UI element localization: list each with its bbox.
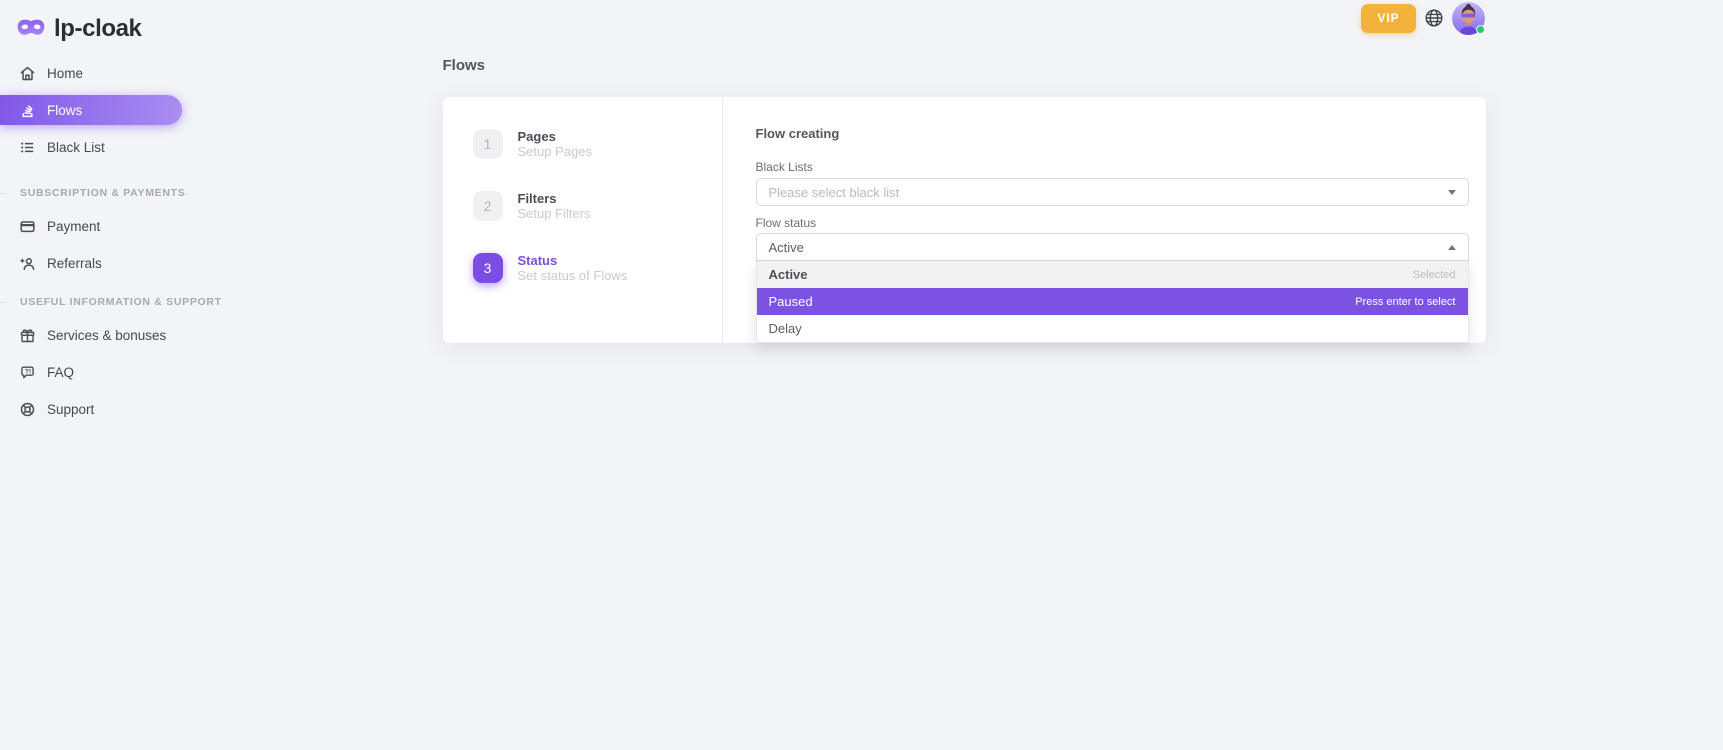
home-icon xyxy=(19,65,36,82)
svg-text:?!: ?! xyxy=(25,368,31,375)
step-title: Pages xyxy=(518,129,592,144)
sidebar-item-label: Home xyxy=(47,66,83,81)
sidebar-item-support[interactable]: Support xyxy=(0,394,205,424)
gift-icon xyxy=(19,327,36,344)
sidebar-item-label: Black List xyxy=(47,140,105,155)
sidebar-section-label: SUBSCRIPTION & PAYMENTS xyxy=(20,187,185,199)
step-subtitle: Setup Filters xyxy=(518,206,591,221)
option-label: Paused xyxy=(769,294,813,309)
step-pages[interactable]: 1 Pages Setup Pages xyxy=(473,129,722,159)
lifebuoy-icon xyxy=(19,401,36,418)
sidebar-item-label: Referrals xyxy=(47,256,102,271)
option-state: Selected xyxy=(1413,269,1456,281)
wizard-steps-panel: 1 Pages Setup Pages 2 Filters Setup Filt… xyxy=(443,97,723,343)
step-subtitle: Set status of Flows xyxy=(518,268,628,283)
sidebar-item-black-list[interactable]: Black List xyxy=(0,132,205,162)
app-root: lp-cloak Home xyxy=(0,0,1723,750)
step-filters[interactable]: 2 Filters Setup Filters xyxy=(473,191,722,221)
mask-icon xyxy=(15,16,47,42)
sidebar-item-label: FAQ xyxy=(47,365,74,380)
sidebar-section-support: USEFUL INFORMATION & SUPPORT xyxy=(0,294,205,310)
flow-status-value: Active xyxy=(769,240,1448,255)
step-subtitle: Setup Pages xyxy=(518,144,592,159)
sidebar-item-label: Flows xyxy=(47,103,82,118)
logo[interactable]: lp-cloak xyxy=(0,10,205,48)
chevron-down-icon xyxy=(1448,190,1456,195)
sidebar-item-referrals[interactable]: Referrals xyxy=(0,248,205,278)
option-paused[interactable]: Paused Press enter to select xyxy=(757,288,1468,315)
black-lists-input[interactable] xyxy=(769,185,1448,200)
option-active[interactable]: Active Selected xyxy=(757,261,1468,288)
option-delay[interactable]: Delay xyxy=(757,315,1468,342)
page-title: Flows xyxy=(443,0,1486,75)
option-label: Delay xyxy=(769,321,802,336)
step-title: Filters xyxy=(518,191,591,206)
sidebar-item-label: Services & bonuses xyxy=(47,328,166,343)
step-title: Status xyxy=(518,253,628,268)
flow-status-dropdown: Active Selected Paused Press enter to se… xyxy=(756,261,1469,343)
form-title: Flow creating xyxy=(756,127,1469,141)
chat-question-icon: ?! xyxy=(19,364,36,381)
black-lists-label: Black Lists xyxy=(756,160,1469,174)
sidebar-nav: Home Flows xyxy=(0,58,205,424)
flow-status-select[interactable]: Active xyxy=(756,233,1469,261)
credit-card-icon xyxy=(19,218,36,235)
flow-status-label: Flow status xyxy=(756,216,1469,230)
step-number-badge: 2 xyxy=(473,191,503,221)
flow-wizard-card: 1 Pages Setup Pages 2 Filters Setup Filt… xyxy=(443,97,1486,343)
sidebar: lp-cloak Home xyxy=(0,0,205,750)
sidebar-item-label: Support xyxy=(47,402,94,417)
step-number-badge: 1 xyxy=(473,129,503,159)
sidebar-section-label: USEFUL INFORMATION & SUPPORT xyxy=(20,296,222,308)
sidebar-item-label: Payment xyxy=(47,219,100,234)
sidebar-item-flows[interactable]: Flows xyxy=(0,95,182,125)
person-add-icon xyxy=(19,255,36,272)
flows-stack-icon xyxy=(19,102,36,119)
list-icon xyxy=(19,139,36,156)
black-lists-select[interactable] xyxy=(756,178,1469,206)
option-state: Press enter to select xyxy=(1355,296,1455,308)
sidebar-item-services-bonuses[interactable]: Services & bonuses xyxy=(0,320,205,350)
step-number-badge: 3 xyxy=(473,253,503,283)
option-label: Active xyxy=(769,267,808,282)
sidebar-section-subscription: SUBSCRIPTION & PAYMENTS xyxy=(0,185,205,201)
main-content: Flows 1 Pages Setup Pages 2 Filters xyxy=(205,0,1723,343)
step-status[interactable]: 3 Status Set status of Flows xyxy=(473,253,722,283)
flow-creating-form: Flow creating Black Lists Flow status Ac… xyxy=(723,97,1486,343)
sidebar-item-payment[interactable]: Payment xyxy=(0,211,205,241)
sidebar-item-faq[interactable]: ?! FAQ xyxy=(0,357,205,387)
chevron-up-icon xyxy=(1448,245,1456,250)
sidebar-item-home[interactable]: Home xyxy=(0,58,205,88)
app-title: lp-cloak xyxy=(54,15,142,43)
